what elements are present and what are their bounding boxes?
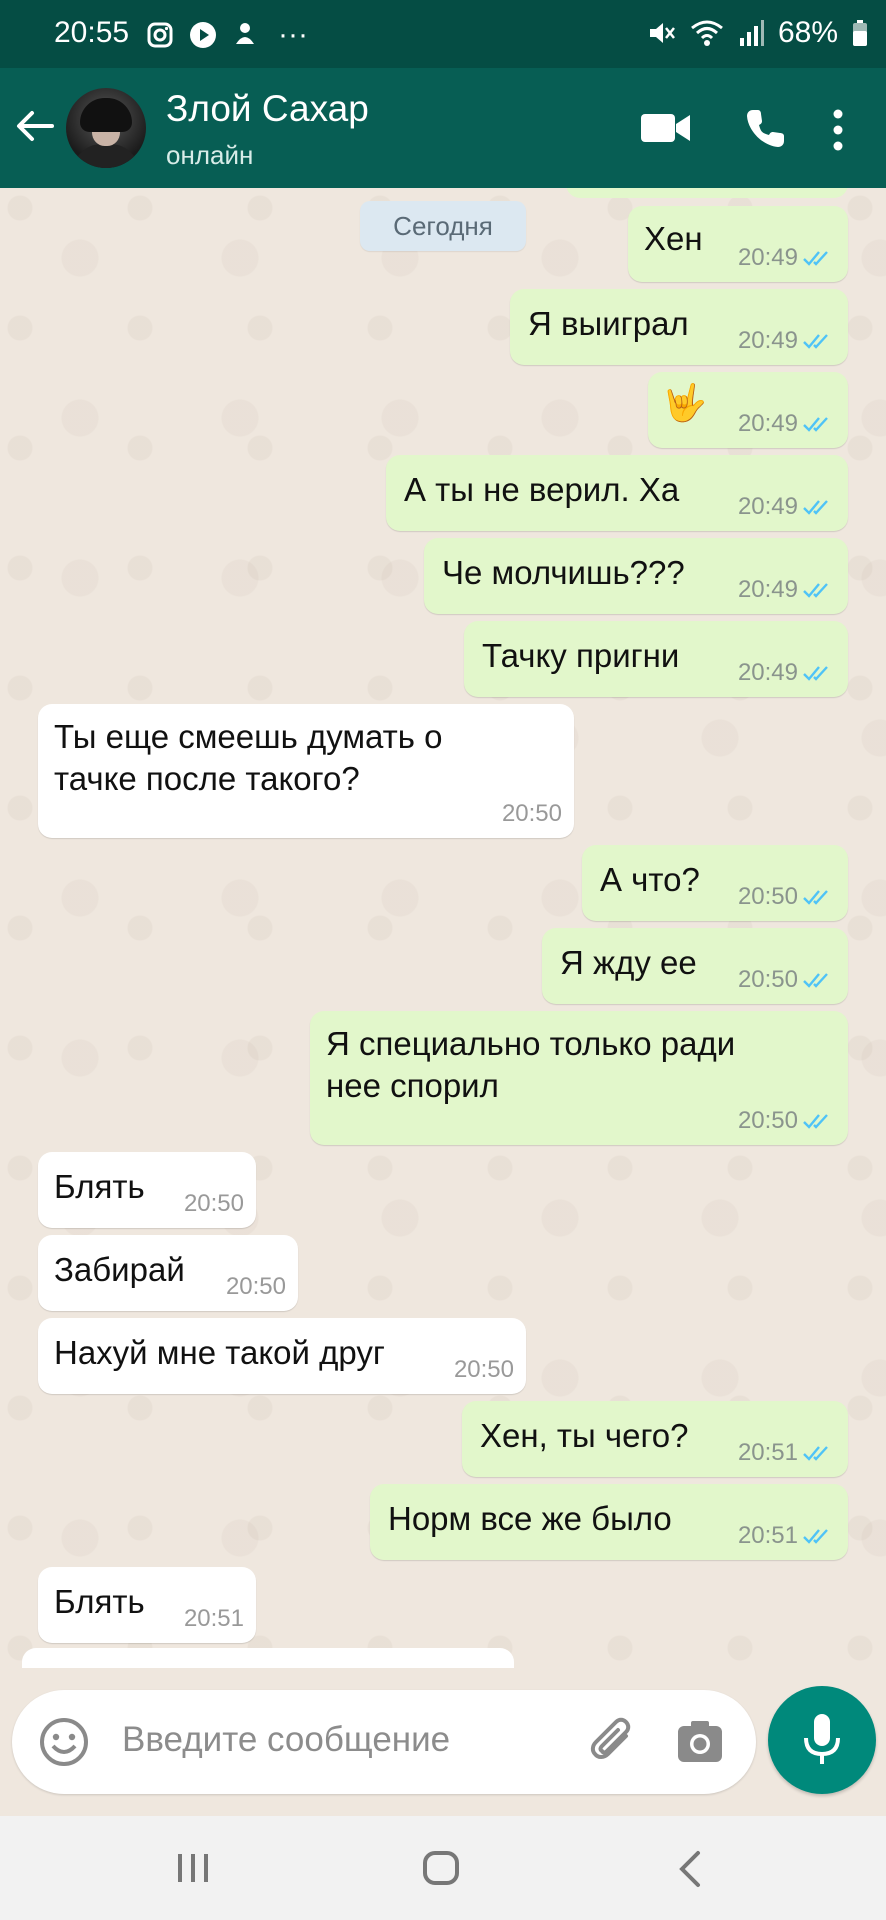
video-call-icon[interactable] — [640, 110, 692, 146]
message-outgoing[interactable]: Хен 20:49 — [628, 206, 848, 282]
message-incoming[interactable]: Нахуй мне такой друг 20:50 — [38, 1318, 526, 1394]
message-text: Забирай — [54, 1251, 185, 1288]
mute-icon — [649, 23, 675, 43]
message-text: Нахуй мне такой друг — [54, 1334, 385, 1371]
read-ticks-icon — [803, 251, 828, 266]
message-text: Хен, ты чего? — [480, 1417, 689, 1454]
status-bar: 20:55 ··· 68% — [0, 0, 886, 68]
message-time: 20:50 — [501, 800, 562, 827]
message-text: А ты не верил. Ха — [404, 471, 680, 508]
more-vert-icon[interactable] — [830, 108, 846, 152]
message-time: 20:49 — [737, 493, 798, 520]
message-outgoing[interactable]: Я выиграл 20:49 — [510, 289, 848, 365]
play-icon — [190, 22, 216, 48]
message-time: 20:50 — [453, 1356, 514, 1383]
system-nav-bar — [0, 1816, 886, 1920]
message-incoming[interactable]: Ты еще смеешь думать о тачке после таког… — [38, 704, 574, 838]
read-ticks-icon — [803, 334, 828, 349]
message-time: 20:49 — [737, 410, 798, 437]
message-outgoing[interactable]: Я жду ее 20:50 — [542, 928, 848, 1004]
message-emoji: 🤟 — [662, 382, 707, 423]
read-ticks-icon — [803, 417, 828, 432]
message-text-line: нее спорил — [326, 1067, 499, 1104]
instagram-icon — [147, 22, 173, 48]
message-composer[interactable]: Введите сообщение — [12, 1690, 756, 1794]
message-text: Че молчишь??? — [442, 554, 685, 591]
message-text: Я выиграл — [528, 305, 689, 342]
next-message-bubble — [22, 1648, 514, 1668]
message-text: Тачку пригни — [482, 637, 680, 674]
message-time: 20:49 — [737, 576, 798, 603]
message-time: 20:50 — [225, 1273, 286, 1300]
message-incoming[interactable]: Блять 20:50 — [38, 1152, 256, 1228]
signal-icon — [739, 20, 764, 46]
message-text: Блять — [54, 1583, 145, 1620]
message-input[interactable]: Введите сообщение — [122, 1720, 450, 1760]
previous-message-bubble — [566, 188, 848, 198]
wifi-icon — [691, 20, 723, 46]
message-outgoing[interactable]: А что? 20:50 — [582, 845, 848, 921]
message-text-line: Я специально только ради — [326, 1025, 736, 1062]
message-time: 20:50 — [737, 1107, 798, 1134]
back-arrow-icon[interactable] — [12, 104, 56, 148]
battery-icon — [853, 20, 867, 46]
read-ticks-icon — [803, 973, 828, 988]
message-text-line: Ты еще смеешь думать о — [54, 718, 443, 755]
message-time: 20:50 — [737, 883, 798, 910]
message-text: Норм все же было — [388, 1500, 672, 1537]
read-ticks-icon — [803, 666, 828, 681]
read-ticks-icon — [803, 890, 828, 905]
message-time: 20:51 — [737, 1522, 798, 1549]
read-ticks-icon — [803, 1114, 828, 1129]
recents-icon[interactable] — [176, 1852, 210, 1884]
contact-name[interactable]: Злой Сахар — [166, 88, 369, 130]
message-time: 20:51 — [183, 1605, 244, 1632]
avatar[interactable] — [66, 88, 146, 168]
message-outgoing[interactable]: Хен, ты чего? 20:51 — [462, 1401, 848, 1477]
battery-percent: 68% — [777, 16, 838, 49]
read-ticks-icon — [803, 500, 828, 515]
read-ticks-icon — [803, 1446, 828, 1461]
notification-icon — [236, 23, 254, 44]
emoji-icon[interactable] — [38, 1716, 90, 1768]
message-text: А что? — [600, 861, 700, 898]
date-divider: Сегодня — [360, 201, 526, 251]
message-text: Блять — [54, 1168, 145, 1205]
read-ticks-icon — [803, 1529, 828, 1544]
message-time: 20:49 — [737, 659, 798, 686]
message-time: 20:50 — [183, 1190, 244, 1217]
message-time: 20:51 — [737, 1439, 798, 1466]
mic-icon — [804, 1714, 840, 1764]
chat-header: Злой Сахар онлайн — [0, 68, 886, 188]
message-outgoing[interactable]: Я специально только ради нее спорил 20:5… — [310, 1011, 848, 1145]
message-incoming[interactable]: Блять 20:51 — [38, 1567, 256, 1643]
message-text: Хен — [644, 220, 703, 257]
phone-icon[interactable] — [744, 106, 788, 150]
camera-icon[interactable] — [676, 1718, 724, 1764]
message-time: 20:50 — [737, 966, 798, 993]
message-text-line: тачке после такого? — [54, 760, 360, 797]
message-incoming[interactable]: Забирай 20:50 — [38, 1235, 298, 1311]
message-outgoing[interactable]: Тачку пригни 20:49 — [464, 621, 848, 697]
attach-icon[interactable] — [586, 1714, 642, 1770]
status-time: 20:55 — [54, 16, 130, 49]
back-nav-icon[interactable] — [676, 1850, 702, 1888]
chat-area[interactable]: Сегодня Хен 20:49 Я выиграл 20:49 🤟 20:4… — [0, 188, 886, 1668]
contact-status: онлайн — [166, 140, 254, 170]
message-outgoing[interactable]: 🤟 20:49 — [648, 372, 848, 448]
more-notifications: ··· — [278, 18, 308, 51]
message-outgoing[interactable]: А ты не верил. Ха 20:49 — [386, 455, 848, 531]
read-ticks-icon — [803, 583, 828, 598]
message-outgoing[interactable]: Че молчишь??? 20:49 — [424, 538, 848, 614]
message-time: 20:49 — [737, 244, 798, 271]
message-time: 20:49 — [737, 327, 798, 354]
message-text: Я жду ее — [560, 944, 697, 981]
message-outgoing[interactable]: Норм все же было 20:51 — [370, 1484, 848, 1560]
mic-button[interactable] — [768, 1686, 876, 1794]
home-icon[interactable] — [422, 1850, 460, 1886]
